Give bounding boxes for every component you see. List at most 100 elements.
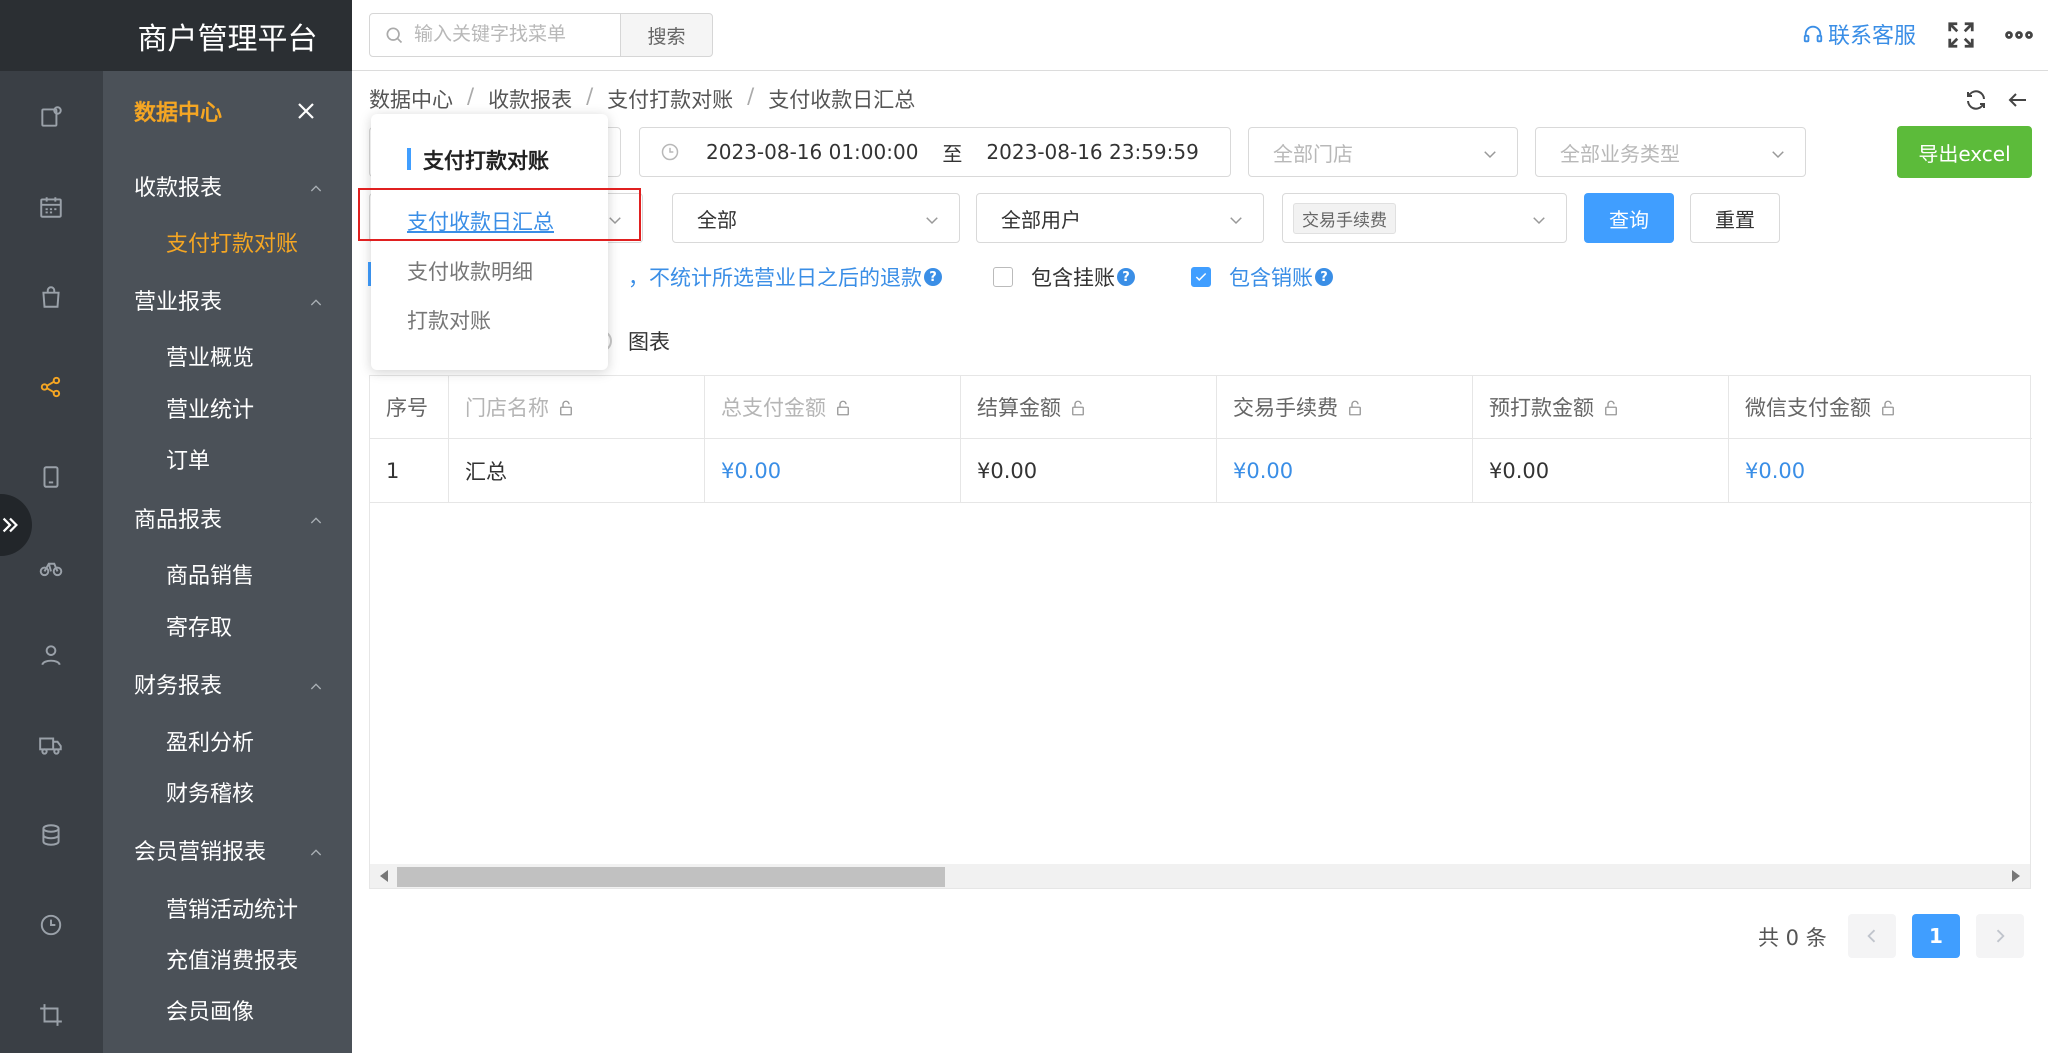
close-menu-icon[interactable] <box>294 99 318 123</box>
calendar-icon[interactable] <box>36 192 66 222</box>
breadcrumb-item[interactable]: 支付打款对账 <box>607 84 733 114</box>
sidebar-item-member-profile[interactable]: 会员画像 <box>166 994 254 1026</box>
scrollbar-thumb[interactable] <box>397 867 945 887</box>
crop-icon[interactable] <box>36 1000 66 1030</box>
clock-icon[interactable] <box>36 910 66 940</box>
chevron-down-icon <box>1769 144 1787 162</box>
col-header[interactable]: 交易手续费 <box>1217 376 1473 438</box>
sidebar-item-payment-reconcile[interactable]: 支付打款对账 <box>166 226 298 258</box>
date-range-picker[interactable]: 2023-08-16 01:00:00 至 2023-08-16 23:59:5… <box>639 127 1231 177</box>
menu-group-collection[interactable]: 收款报表 <box>134 170 324 202</box>
sidebar-item-recharge[interactable]: 充值消费报表 <box>166 943 298 975</box>
col-header: 序号 <box>370 376 449 438</box>
chevron-up-icon <box>308 842 324 858</box>
help-icon[interactable]: ? <box>1315 268 1333 286</box>
sidebar-item-overview[interactable]: 营业概览 <box>166 340 254 372</box>
store-select[interactable]: 全部门店 <box>1248 127 1518 177</box>
col-header[interactable]: 总支付金额 <box>705 376 961 438</box>
breadcrumb-item[interactable]: 收款报表 <box>488 84 572 114</box>
query-button[interactable]: 查询 <box>1584 193 1674 243</box>
sidebar-item-statistics[interactable]: 营业统计 <box>166 392 254 424</box>
prev-page-button[interactable] <box>1848 914 1896 958</box>
sidebar-item-orders[interactable]: 订单 <box>166 443 210 475</box>
sidebar-item-campaign-stats[interactable]: 营销活动统计 <box>166 892 298 924</box>
scroll-left-arrow[interactable] <box>380 870 388 882</box>
page-number-current[interactable]: 1 <box>1912 914 1960 958</box>
reset-button[interactable]: 重置 <box>1690 193 1780 243</box>
search-input[interactable] <box>414 24 614 46</box>
all-select[interactable]: 全部 <box>672 193 960 243</box>
col-header[interactable]: 预打款金额 <box>1473 376 1729 438</box>
highlight-annotation-box <box>358 188 641 241</box>
chevron-up-icon <box>308 676 324 692</box>
more-icon[interactable] <box>2004 20 2034 50</box>
breadcrumb: 数据中心 / 收款报表 / 支付打款对账 / 支付收款日汇总 <box>369 84 916 114</box>
lock-icon[interactable] <box>1602 398 1620 416</box>
sidebar-item-product-sales[interactable]: 商品销售 <box>166 558 254 590</box>
include-pending-checkbox[interactable]: 包含挂账 ? <box>993 262 1135 292</box>
report-type-dropdown: 支付打款对账 支付收款日汇总 支付收款明细 打款对账 <box>371 114 608 370</box>
breadcrumb-item[interactable]: 数据中心 <box>369 84 453 114</box>
next-page-button[interactable] <box>1976 914 2024 958</box>
refund-note-text: ，不统计所选营业日之后的退款 <box>628 266 922 290</box>
col-header[interactable]: 门店名称 <box>449 376 705 438</box>
menu-group-member-marketing[interactable]: 会员营销报表 <box>134 834 324 866</box>
business-type-select[interactable]: 全部业务类型 <box>1535 127 1806 177</box>
include-writeoff-checkbox[interactable]: 包含销账 ? <box>1191 262 1333 292</box>
bike-icon[interactable] <box>36 552 66 582</box>
date-separator: 至 <box>942 141 963 166</box>
table-cell-link[interactable]: ¥0.00 <box>1217 439 1473 502</box>
top-header: 搜索 联系客服 <box>352 0 2048 71</box>
table-cell-link[interactable]: ¥0.00 <box>1729 439 2032 502</box>
lock-icon[interactable] <box>834 398 852 416</box>
menu-group-label: 收款报表 <box>134 176 223 201</box>
horizontal-scrollbar[interactable] <box>370 864 2030 888</box>
dropdown-item-payment-detail[interactable]: 支付收款明细 <box>407 256 533 286</box>
menu-group-business[interactable]: 营业报表 <box>134 284 324 316</box>
sidebar-item-profit[interactable]: 盈利分析 <box>166 725 254 757</box>
export-excel-button[interactable]: 导出excel <box>1897 126 2032 178</box>
lock-icon[interactable] <box>1069 398 1087 416</box>
checkbox-box[interactable] <box>1191 267 1211 287</box>
breadcrumb-item-current: 支付收款日汇总 <box>768 88 916 112</box>
chevron-left-icon <box>1867 929 1876 943</box>
table-cell: 1 <box>370 439 449 502</box>
back-arrow-icon[interactable] <box>2006 88 2030 112</box>
database-icon[interactable] <box>36 820 66 850</box>
dashboard-icon[interactable] <box>36 102 66 132</box>
help-icon[interactable]: ? <box>1117 268 1135 286</box>
table-row: 1 汇总 ¥0.00 ¥0.00 ¥0.00 ¥0.00 ¥0.00 <box>370 439 2032 503</box>
truck-icon[interactable] <box>36 730 66 760</box>
search-button[interactable]: 搜索 <box>620 13 713 57</box>
support-link[interactable]: 联系客服 <box>1802 18 1916 50</box>
menu-group-products[interactable]: 商品报表 <box>134 502 324 534</box>
chart-view-label: 图表 <box>628 330 670 354</box>
menu-group-label: 商品报表 <box>134 508 223 533</box>
chevron-up-icon <box>308 292 324 308</box>
sidebar-item-audit[interactable]: 财务稽核 <box>166 776 254 808</box>
col-header[interactable]: 结算金额 <box>961 376 1217 438</box>
sidebar-item-storage[interactable]: 寄存取 <box>166 610 232 642</box>
checkbox-box[interactable] <box>993 267 1013 287</box>
fee-multiselect[interactable]: 交易手续费 <box>1282 193 1567 243</box>
user-select[interactable]: 全部用户 <box>976 193 1264 243</box>
dropdown-item-payout-reconcile[interactable]: 打款对账 <box>407 305 491 335</box>
table-cell: 汇总 <box>449 439 705 502</box>
menu-group-label: 财务报表 <box>134 674 223 699</box>
lock-icon[interactable] <box>1346 398 1364 416</box>
share-icon[interactable] <box>36 372 66 402</box>
user-select-value: 全部用户 <box>1001 207 1081 232</box>
col-header[interactable]: 微信支付金额 <box>1729 376 2032 438</box>
scroll-right-arrow[interactable] <box>2012 870 2020 882</box>
tablet-icon[interactable] <box>36 462 66 492</box>
lock-icon[interactable] <box>1879 398 1897 416</box>
fullscreen-icon[interactable] <box>1946 20 1976 50</box>
chevron-down-icon <box>1481 144 1499 162</box>
table-cell-link[interactable]: ¥0.00 <box>705 439 961 502</box>
menu-group-finance[interactable]: 财务报表 <box>134 668 324 700</box>
lock-icon[interactable] <box>557 398 575 416</box>
help-icon[interactable]: ? <box>924 268 942 286</box>
bag-icon[interactable] <box>36 282 66 312</box>
user-icon[interactable] <box>36 640 66 670</box>
refresh-icon[interactable] <box>1964 88 1988 112</box>
